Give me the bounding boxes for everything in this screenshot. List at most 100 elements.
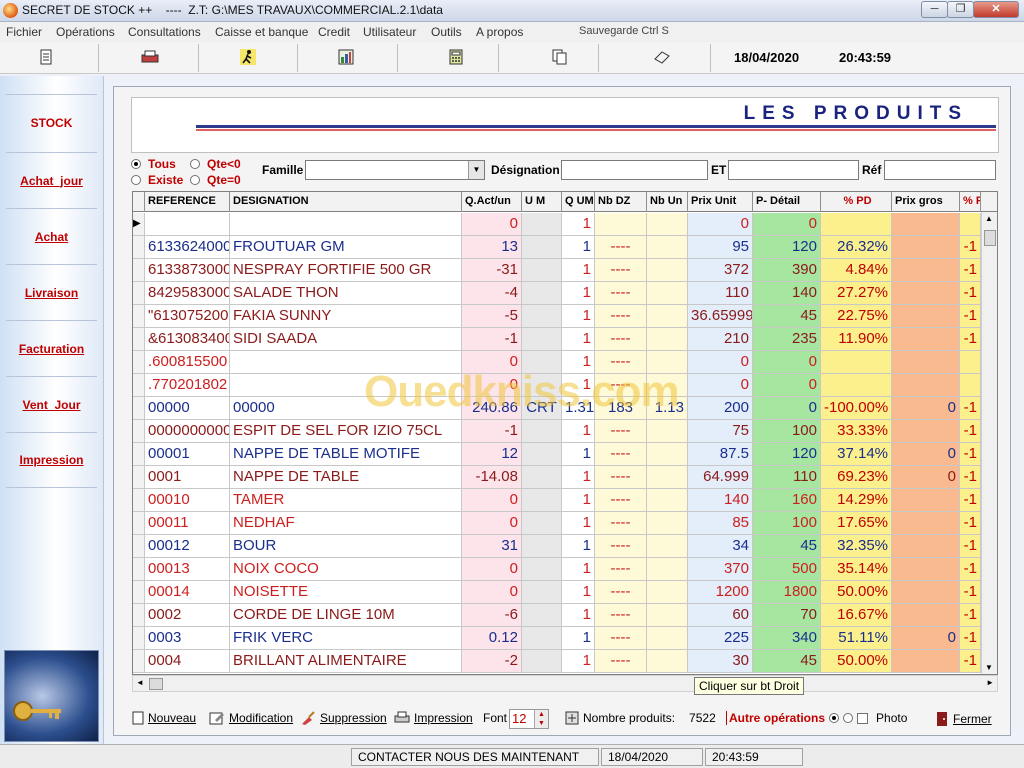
table-cell[interactable]	[230, 213, 462, 236]
table-cell[interactable]: 35.14%	[821, 558, 892, 581]
table-cell[interactable]: ----	[595, 604, 647, 627]
table-cell[interactable]	[892, 305, 960, 328]
table-cell[interactable]: 372	[688, 259, 753, 282]
menu-consultations[interactable]: Consultations	[128, 25, 201, 39]
table-cell[interactable]: 110	[688, 282, 753, 305]
row-indicator[interactable]	[133, 420, 145, 443]
table-cell[interactable]: 0	[892, 397, 960, 420]
row-indicator[interactable]	[133, 558, 145, 581]
table-cell[interactable]	[522, 213, 562, 236]
table-cell[interactable]: -6	[462, 604, 522, 627]
table-cell[interactable]	[647, 558, 688, 581]
table-cell[interactable]: 1	[562, 236, 595, 259]
table-cell[interactable]	[892, 604, 960, 627]
table-cell[interactable]: 75	[688, 420, 753, 443]
table-cell[interactable]: 60	[688, 604, 753, 627]
table-cell[interactable]: BOUR	[230, 535, 462, 558]
table-cell[interactable]	[522, 558, 562, 581]
table-cell[interactable]: 50.00%	[821, 650, 892, 673]
table-row[interactable]: 0004 BRILLANT ALIMENTAIRE -2 1 ---- 30 45 50.00…	[133, 650, 981, 673]
table-cell[interactable]: 95	[688, 236, 753, 259]
table-cell[interactable]	[892, 282, 960, 305]
table-cell[interactable]	[960, 351, 981, 374]
radio-tous[interactable]	[131, 159, 141, 169]
table-cell[interactable]: -14.08	[462, 466, 522, 489]
table-cell[interactable]: &61308340000	[145, 328, 230, 351]
table-cell[interactable]: 0	[688, 374, 753, 397]
column-header[interactable]: Prix Unit	[688, 192, 753, 212]
table-cell[interactable]: NOISETTE	[230, 581, 462, 604]
row-indicator[interactable]	[133, 305, 145, 328]
table-cell[interactable]: 0	[753, 351, 821, 374]
scroll-down-icon[interactable]: ▼	[985, 663, 993, 672]
table-cell[interactable]: 1	[562, 627, 595, 650]
table-cell[interactable]: 33.33%	[821, 420, 892, 443]
table-cell[interactable]: 84295830000	[145, 282, 230, 305]
printer-icon[interactable]	[138, 46, 162, 68]
famille-select[interactable]: ▼	[305, 160, 485, 180]
row-indicator[interactable]	[133, 627, 145, 650]
modification-button[interactable]: Modification	[209, 711, 293, 725]
font-size-stepper[interactable]: 12 ▲ ▼	[509, 709, 549, 729]
table-cell[interactable]: 0	[892, 466, 960, 489]
table-cell[interactable]: 0	[462, 558, 522, 581]
column-header[interactable]: % PD	[821, 192, 892, 212]
table-cell[interactable]: 100	[753, 512, 821, 535]
row-indicator[interactable]	[133, 650, 145, 673]
table-cell[interactable]: -1	[960, 627, 981, 650]
table-cell[interactable]	[892, 259, 960, 282]
table-cell[interactable]: ----	[595, 558, 647, 581]
scroll-left-icon[interactable]: ◄	[136, 678, 144, 687]
row-indicator[interactable]	[133, 443, 145, 466]
table-cell[interactable]: ----	[595, 443, 647, 466]
table-cell[interactable]: 1	[562, 328, 595, 351]
table-cell[interactable]: 1200	[688, 581, 753, 604]
table-cell[interactable]: SIDI SAADA	[230, 328, 462, 351]
table-cell[interactable]	[647, 282, 688, 305]
table-cell[interactable]: 1	[562, 604, 595, 627]
table-cell[interactable]	[522, 443, 562, 466]
table-cell[interactable]: -1	[960, 604, 981, 627]
table-cell[interactable]: 1	[562, 489, 595, 512]
table-cell[interactable]: 0001	[145, 466, 230, 489]
table-cell[interactable]: 64.999	[688, 466, 753, 489]
table-cell[interactable]: -1	[960, 558, 981, 581]
table-cell[interactable]: NOIX COCO	[230, 558, 462, 581]
table-row[interactable]: &61308340000SIDI SAADA-11----21023511.90…	[133, 328, 981, 351]
table-cell[interactable]	[892, 650, 960, 673]
table-cell[interactable]	[892, 236, 960, 259]
table-cell[interactable]: 0	[892, 443, 960, 466]
column-header[interactable]: DESIGNATION	[230, 192, 462, 212]
table-cell[interactable]: -1	[960, 512, 981, 535]
table-cell[interactable]	[647, 489, 688, 512]
table-cell[interactable]: NAPPE DE TABLE MOTIFE	[230, 443, 462, 466]
column-header[interactable]: Prix gros	[892, 192, 960, 212]
table-cell[interactable]: 36.659999	[688, 305, 753, 328]
sidebar-item-stock[interactable]: STOCK	[6, 94, 97, 150]
sidebar-item-achat[interactable]: Achat	[6, 208, 97, 264]
table-cell[interactable]: 235	[753, 328, 821, 351]
table-cell[interactable]: 00001	[145, 443, 230, 466]
table-cell[interactable]	[145, 213, 230, 236]
table-cell[interactable]	[522, 328, 562, 351]
table-cell[interactable]: 70	[753, 604, 821, 627]
table-cell[interactable]: 45	[753, 535, 821, 558]
table-cell[interactable]	[821, 374, 892, 397]
chart-icon[interactable]	[334, 46, 358, 68]
table-cell[interactable]: CORDE DE LINGE 10M	[230, 604, 462, 627]
table-cell[interactable]	[647, 627, 688, 650]
table-cell[interactable]: 1	[562, 535, 595, 558]
table-cell[interactable]: 30	[688, 650, 753, 673]
table-cell[interactable]: NESPRAY FORTIFIE 500 GR	[230, 259, 462, 282]
table-cell[interactable]	[647, 512, 688, 535]
table-row[interactable]: ▶ 0 1 0 0	[133, 213, 981, 236]
table-cell[interactable]: 225	[688, 627, 753, 650]
menu-utilisateur[interactable]: Utilisateur	[363, 25, 416, 39]
table-cell[interactable]	[647, 443, 688, 466]
close-button[interactable]: ✕	[973, 1, 1019, 18]
table-cell[interactable]: 32.35%	[821, 535, 892, 558]
table-cell[interactable]: 1	[562, 558, 595, 581]
minimize-button[interactable]: ─	[921, 1, 948, 18]
table-cell[interactable]: 1	[562, 650, 595, 673]
table-cell[interactable]: TAMER	[230, 489, 462, 512]
